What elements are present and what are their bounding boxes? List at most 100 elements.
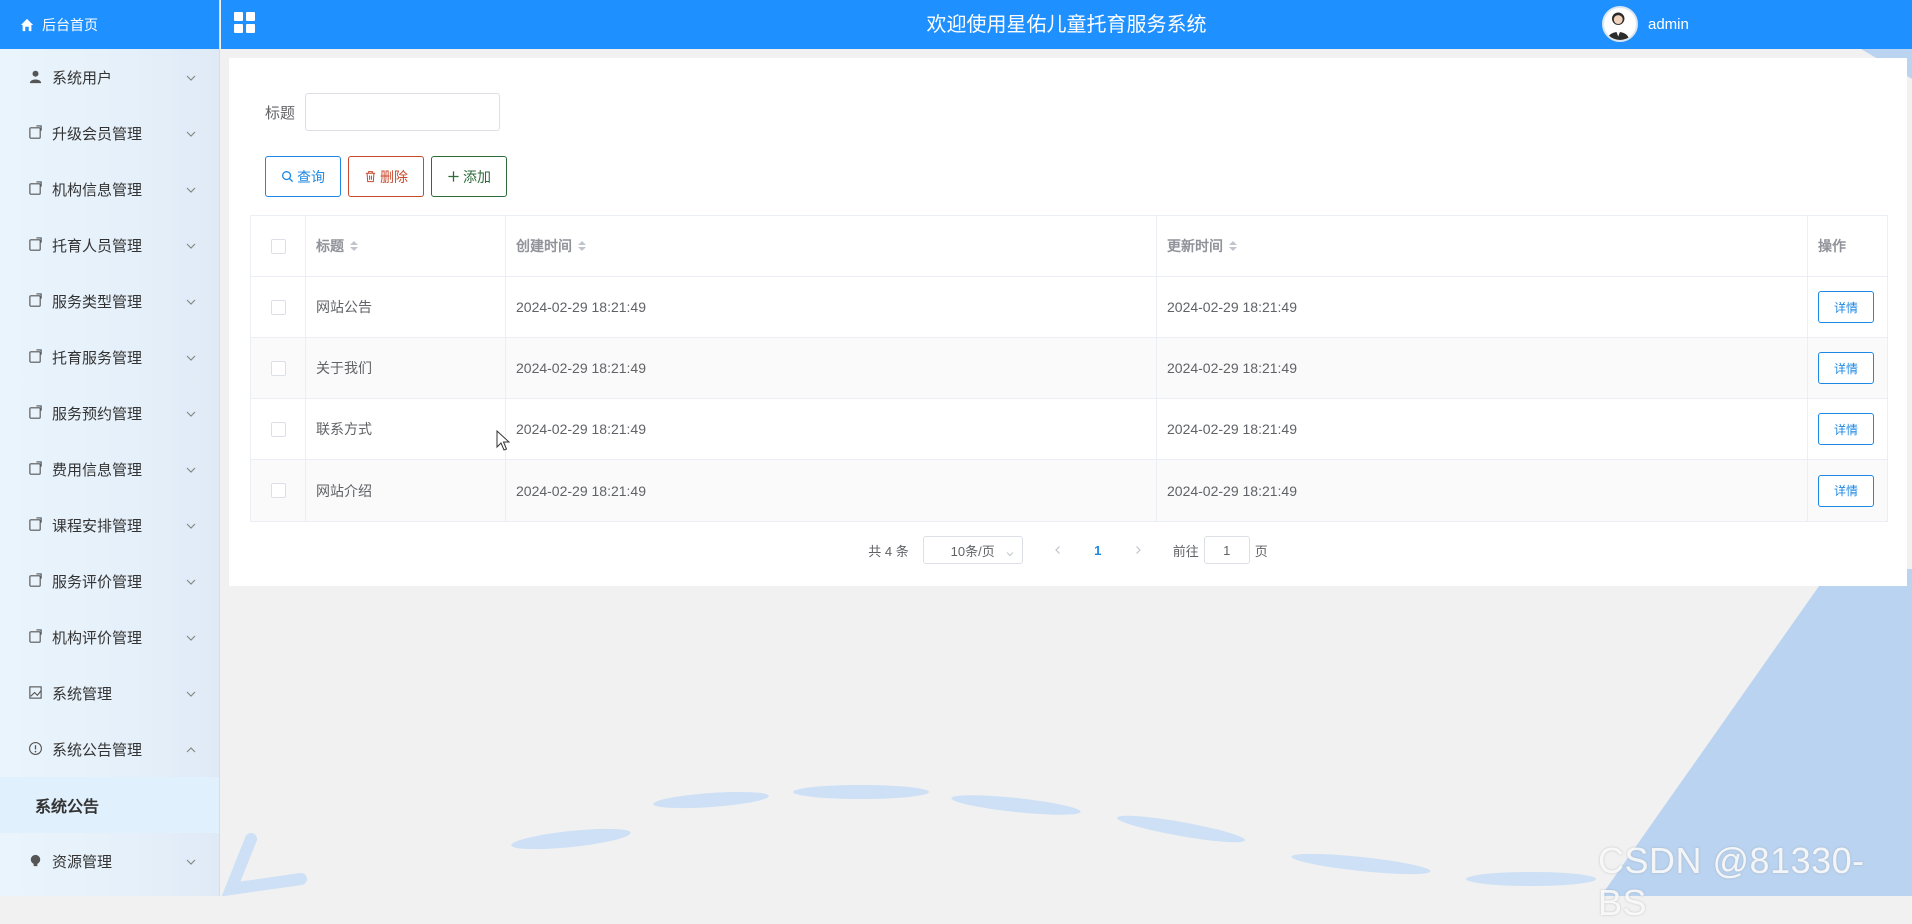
- table-row: 网站介绍 2024-02-29 18:21:49 2024-02-29 18:2…: [251, 460, 1887, 521]
- row-checkbox[interactable]: [270, 360, 286, 376]
- chevron-down-icon: [185, 127, 197, 139]
- cell-created: 2024-02-29 18:21:49: [506, 277, 1157, 337]
- search-button-label: 查询: [297, 168, 325, 185]
- sidebar-item-label: 服务评价管理: [52, 573, 143, 591]
- column-header-label: 创建时间: [516, 238, 572, 254]
- sort-icon[interactable]: [578, 241, 586, 251]
- cell-updated: 2024-02-29 18:21:49: [1157, 399, 1808, 459]
- sidebar-item-member-upgrade[interactable]: 升级会员管理: [0, 105, 219, 161]
- sidebar-item-label: 托育人员管理: [52, 237, 143, 255]
- row-checkbox[interactable]: [270, 421, 286, 437]
- chevron-down-icon: [185, 687, 197, 699]
- sidebar-item-system-manage[interactable]: 系统管理: [0, 665, 219, 721]
- search-label: 标题: [265, 104, 296, 122]
- sidebar-item-announcement-manage[interactable]: 系统公告管理: [0, 721, 219, 777]
- doc-icon: [28, 573, 44, 589]
- title-search-input[interactable]: [305, 93, 501, 131]
- bulb-icon: [28, 853, 44, 869]
- sidebar-item-service-review[interactable]: 服务评价管理: [0, 553, 219, 609]
- sidebar-item-label: 机构信息管理: [52, 181, 143, 199]
- chevron-up-icon: [185, 743, 197, 755]
- sidebar-item-label: 费用信息管理: [52, 461, 143, 479]
- info-icon: [28, 741, 44, 757]
- select-all-checkbox[interactable]: [270, 238, 286, 254]
- sidebar-item-label: 机构评价管理: [52, 629, 143, 647]
- chevron-right-icon: [1135, 546, 1141, 554]
- pagination: 共 4 条 10条/页 1 前往 1 页: [229, 536, 1907, 564]
- chevron-down-icon: [1006, 546, 1014, 557]
- sidebar-subitem-announcement[interactable]: 系统公告: [0, 777, 219, 833]
- cell-updated: 2024-02-29 18:21:49: [1157, 277, 1808, 337]
- add-button[interactable]: 添加: [431, 156, 507, 197]
- doc-icon: [28, 293, 44, 309]
- sidebar-item-label: 资源管理: [52, 853, 113, 871]
- sidebar-item-course-schedule[interactable]: 课程安排管理: [0, 497, 219, 553]
- detail-button[interactable]: 详情: [1818, 291, 1874, 323]
- sidebar-item-label: 课程安排管理: [52, 517, 143, 535]
- picture-icon: [28, 685, 44, 701]
- sidebar-item-caregiver[interactable]: 托育人员管理: [0, 217, 219, 273]
- sidebar-item-fee-info[interactable]: 费用信息管理: [0, 441, 219, 497]
- goto-page-input[interactable]: 1: [1203, 536, 1250, 564]
- sidebar-home[interactable]: 后台首页: [0, 0, 219, 49]
- doc-icon: [28, 461, 44, 477]
- column-header-title[interactable]: 标题: [306, 216, 506, 276]
- watermark: CSDN @81330-BS: [1598, 840, 1865, 923]
- sidebar-item-service-booking[interactable]: 服务预约管理: [0, 385, 219, 441]
- search-button[interactable]: 查询: [265, 156, 341, 197]
- column-header-label: 标题: [316, 238, 344, 254]
- sidebar-item-label: 系统用户: [52, 69, 113, 87]
- sidebar-home-label: 后台首页: [42, 16, 98, 33]
- doc-icon: [28, 125, 44, 141]
- detail-button[interactable]: 详情: [1818, 352, 1874, 384]
- cell-title: 网站公告: [306, 277, 506, 337]
- page-size-select[interactable]: 10条/页: [922, 536, 1023, 564]
- table-header-row: 标题 创建时间 更新时间 操作: [251, 216, 1887, 277]
- page-number-current[interactable]: 1: [1083, 543, 1113, 558]
- delete-button[interactable]: 删除: [348, 156, 424, 197]
- announcement-table: 标题 创建时间 更新时间 操作 网站公告 2024-02-29 18:21:49…: [250, 215, 1888, 522]
- avatar: [1602, 6, 1638, 42]
- goto-suffix: 页: [1254, 543, 1268, 559]
- mouse-cursor-icon: [496, 430, 510, 451]
- goto-prefix: 前往: [1172, 543, 1199, 559]
- sidebar-item-childcare-service[interactable]: 托育服务管理: [0, 329, 219, 385]
- header-checkbox-cell: [251, 216, 306, 276]
- chevron-down-icon: [185, 519, 197, 531]
- chevron-down-icon: [185, 407, 197, 419]
- column-header-created[interactable]: 创建时间: [506, 216, 1157, 276]
- user-menu[interactable]: admin: [1602, 4, 1689, 44]
- chevron-down-icon: [185, 351, 197, 363]
- sidebar-item-resource-manage[interactable]: 资源管理: [0, 833, 219, 889]
- prev-page-button[interactable]: [1043, 545, 1073, 555]
- sort-icon[interactable]: [1229, 241, 1237, 251]
- cell-title: 网站介绍: [306, 460, 506, 521]
- sidebar-item-service-type[interactable]: 服务类型管理: [0, 273, 219, 329]
- row-checkbox[interactable]: [270, 483, 286, 498]
- sidebar-item-label: 系统管理: [52, 685, 113, 703]
- row-checkbox[interactable]: [270, 299, 286, 315]
- next-page-button[interactable]: [1123, 545, 1153, 555]
- detail-button[interactable]: 详情: [1818, 474, 1874, 507]
- cell-action: 详情: [1808, 338, 1887, 398]
- sidebar-item-org-info[interactable]: 机构信息管理: [0, 161, 219, 217]
- cell-title: 关于我们: [306, 338, 506, 398]
- doc-icon: [28, 405, 44, 421]
- cell-updated: 2024-02-29 18:21:49: [1157, 338, 1808, 398]
- add-button-label: 添加: [463, 168, 491, 185]
- table-row: 网站公告 2024-02-29 18:21:49 2024-02-29 18:2…: [251, 277, 1887, 338]
- sidebar-item-label: 服务预约管理: [52, 405, 143, 423]
- sidebar: 后台首页 系统用户 升级会员管理 机构信息管理 托育人员管理 服务类型管理 托育…: [0, 0, 220, 896]
- sidebar-item-org-review[interactable]: 机构评价管理: [0, 609, 219, 665]
- doc-icon: [28, 237, 44, 253]
- sort-icon[interactable]: [350, 241, 358, 251]
- trash-icon: [365, 171, 376, 183]
- sidebar-item-system-users[interactable]: 系统用户: [0, 49, 219, 105]
- user-icon: [28, 69, 44, 85]
- row-checkbox-cell: [251, 277, 306, 337]
- detail-button[interactable]: 详情: [1818, 413, 1874, 445]
- column-header-updated[interactable]: 更新时间: [1157, 216, 1808, 276]
- cell-updated: 2024-02-29 18:21:49: [1157, 460, 1808, 521]
- cell-created: 2024-02-29 18:21:49: [506, 338, 1157, 398]
- pagination-total: 共 4 条: [868, 543, 909, 559]
